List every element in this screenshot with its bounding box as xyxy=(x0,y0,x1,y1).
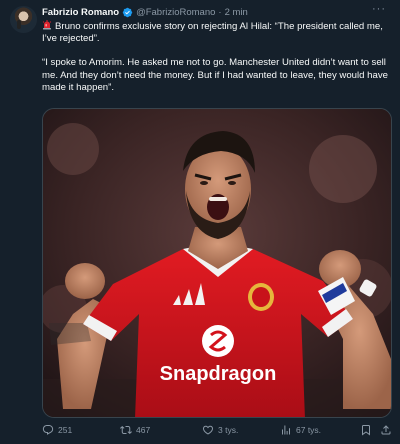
tweet-paragraph-1-text: Bruno confirms exclusive story on reject… xyxy=(42,21,383,45)
tweet-text: Bruno confirms exclusive story on reject… xyxy=(42,20,394,94)
like-count: 3 tys. xyxy=(218,425,239,435)
tweet-header: Fabrizio Romano @FabrizioRomano · 2 min xyxy=(42,5,248,19)
sponsor-text: Snapdragon xyxy=(160,363,277,385)
tweet-paragraph-1: Bruno confirms exclusive story on reject… xyxy=(42,20,394,45)
tweet-photo[interactable]: Snapdragon xyxy=(42,108,392,418)
share-icon xyxy=(381,425,391,435)
reply-count: 251 xyxy=(58,425,73,435)
tweet-paragraph-2: “I spoke to Amorim. He asked me not to g… xyxy=(42,57,388,93)
reply-button[interactable]: 251 xyxy=(42,424,72,436)
reply-icon xyxy=(42,425,54,435)
author-handle[interactable]: @FabrizioRomano xyxy=(136,7,215,18)
repost-icon xyxy=(120,425,132,435)
author-name[interactable]: Fabrizio Romano xyxy=(42,7,119,18)
siren-icon xyxy=(42,20,52,30)
avatar[interactable] xyxy=(10,6,37,33)
tweet-timestamp[interactable]: 2 min xyxy=(225,7,248,18)
heart-icon xyxy=(202,425,214,435)
views-count: 67 tys. xyxy=(296,425,322,435)
bookmark-icon xyxy=(362,425,370,436)
repost-button[interactable]: 467 xyxy=(120,424,150,436)
verified-badge-icon xyxy=(122,7,133,17)
share-button[interactable] xyxy=(380,424,392,436)
like-button[interactable]: 3 tys. xyxy=(202,424,238,436)
more-options-button[interactable]: ··· xyxy=(372,3,386,15)
repost-count: 467 xyxy=(136,425,151,435)
tweet-actions: 251 467 3 tys. 67 tys. xyxy=(42,424,394,440)
analytics-icon xyxy=(282,425,290,435)
bookmark-button[interactable] xyxy=(360,424,372,436)
views-button[interactable]: 67 tys. xyxy=(280,424,321,436)
tweet[interactable]: Fabrizio Romano @FabrizioRomano · 2 min … xyxy=(0,0,400,444)
separator-dot: · xyxy=(218,6,222,18)
player-photo: Snapdragon xyxy=(43,109,391,417)
